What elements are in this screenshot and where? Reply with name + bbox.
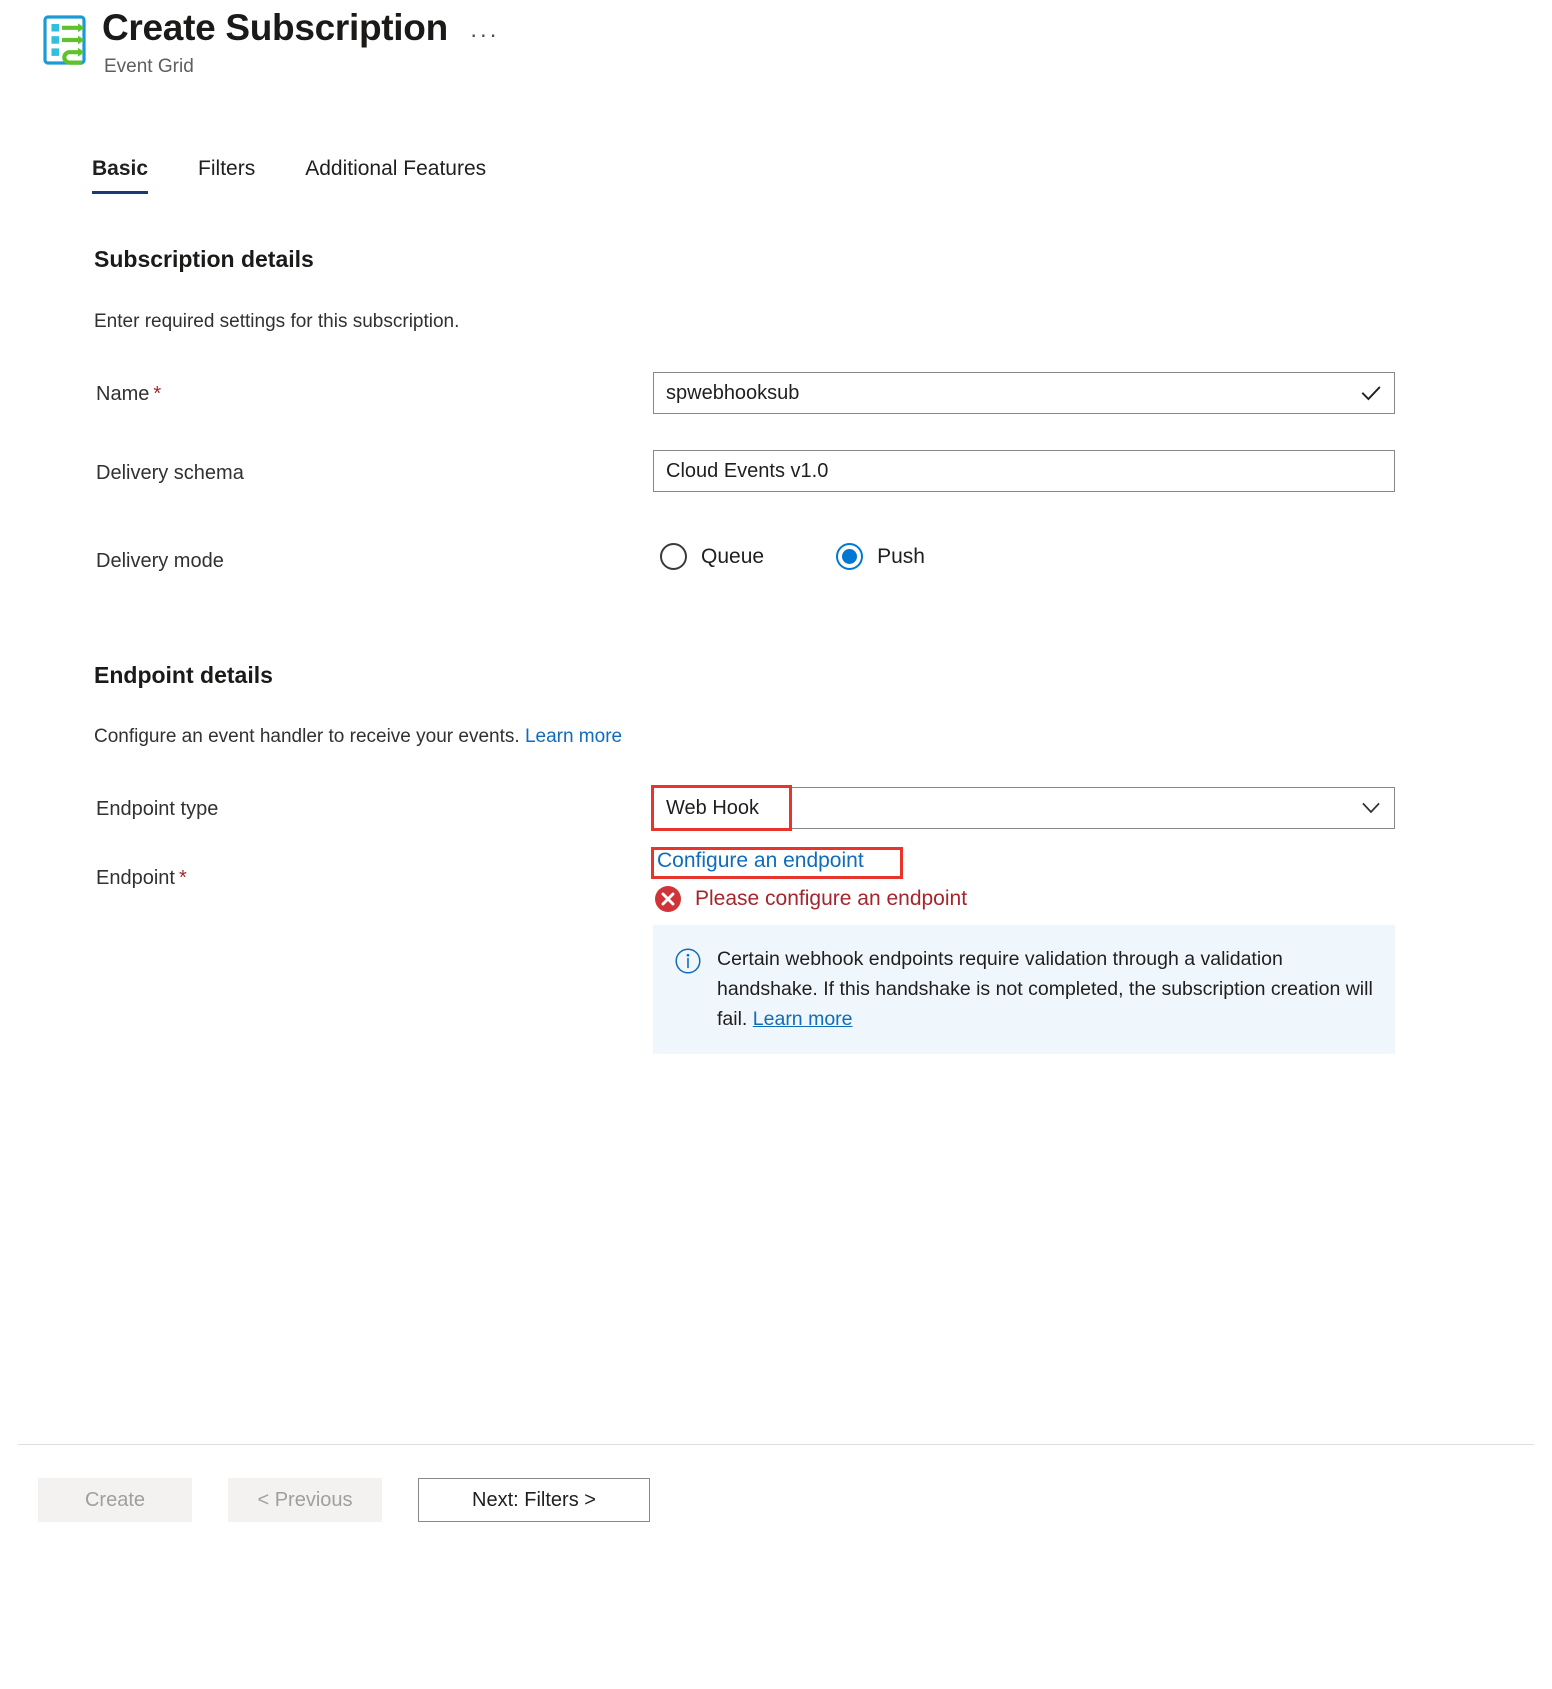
page-title: Create Subscription <box>102 6 448 50</box>
delivery-mode-radio-group: Queue Push <box>660 543 997 570</box>
endpoint-type-value: Web Hook <box>666 797 1354 820</box>
header-row: Create Subscription ··· Event Grid <box>0 6 1552 78</box>
endpoint-required-marker: * <box>179 867 187 889</box>
subscription-details-description: Enter required settings for this subscri… <box>94 311 459 333</box>
footer-divider <box>18 1444 1534 1445</box>
tab-filters[interactable]: Filters <box>198 157 255 194</box>
endpoint-details-learn-more-link[interactable]: Learn more <box>525 726 622 747</box>
name-input-wrapper[interactable] <box>653 372 1395 414</box>
endpoint-label-text: Endpoint <box>96 867 175 889</box>
radio-circle-push <box>836 543 863 570</box>
radio-option-queue[interactable]: Queue <box>660 543 764 570</box>
name-label: Name* <box>96 383 161 406</box>
page-header: Create Subscription ··· Event Grid <box>0 0 1552 78</box>
subscription-details-heading: Subscription details <box>94 246 314 273</box>
next-filters-button[interactable]: Next: Filters > <box>418 1478 650 1522</box>
tab-additional-features[interactable]: Additional Features <box>305 157 486 194</box>
error-circle-icon <box>654 885 682 913</box>
checkmark-icon <box>1360 382 1382 404</box>
radio-circle-queue <box>660 543 687 570</box>
name-required-marker: * <box>153 383 161 405</box>
endpoint-details-description-text: Configure an event handler to receive yo… <box>94 726 520 747</box>
page-subtitle: Event Grid <box>104 56 499 78</box>
radio-label-queue: Queue <box>701 545 764 569</box>
endpoint-details-description: Configure an event handler to receive yo… <box>94 726 622 748</box>
delivery-mode-label: Delivery mode <box>96 550 224 573</box>
endpoint-error-text: Please configure an endpoint <box>695 887 967 911</box>
name-input[interactable] <box>666 382 1354 405</box>
delivery-schema-value: Cloud Events v1.0 <box>666 460 828 483</box>
endpoint-type-label: Endpoint type <box>96 798 218 821</box>
previous-button[interactable]: < Previous <box>228 1478 382 1522</box>
tab-basic[interactable]: Basic <box>92 157 148 194</box>
configure-endpoint-link[interactable]: Configure an endpoint <box>657 849 864 873</box>
more-options-button[interactable]: ··· <box>470 23 499 46</box>
webhook-validation-info-box: Certain webhook endpoints require valida… <box>653 925 1395 1054</box>
info-box-learn-more-link[interactable]: Learn more <box>753 1008 853 1030</box>
tab-bar: Basic Filters Additional Features <box>92 157 536 194</box>
delivery-schema-label: Delivery schema <box>96 462 244 485</box>
info-box-text-wrapper: Certain webhook endpoints require valida… <box>717 945 1375 1034</box>
name-label-text: Name <box>96 383 149 405</box>
radio-label-push: Push <box>877 545 925 569</box>
info-circle-icon <box>675 948 701 974</box>
event-grid-icon <box>38 12 92 68</box>
endpoint-label: Endpoint* <box>96 867 187 890</box>
endpoint-error-message: Please configure an endpoint <box>654 885 967 913</box>
endpoint-details-heading: Endpoint details <box>94 662 273 689</box>
title-block: Create Subscription ··· Event Grid <box>102 6 499 78</box>
radio-dot-push <box>842 549 857 564</box>
create-button[interactable]: Create <box>38 1478 192 1522</box>
chevron-down-icon <box>1360 797 1382 819</box>
footer-button-bar: Create < Previous Next: Filters > <box>38 1478 650 1522</box>
endpoint-type-dropdown[interactable]: Web Hook <box>653 787 1395 829</box>
radio-option-push[interactable]: Push <box>836 543 925 570</box>
delivery-schema-field[interactable]: Cloud Events v1.0 <box>653 450 1395 492</box>
